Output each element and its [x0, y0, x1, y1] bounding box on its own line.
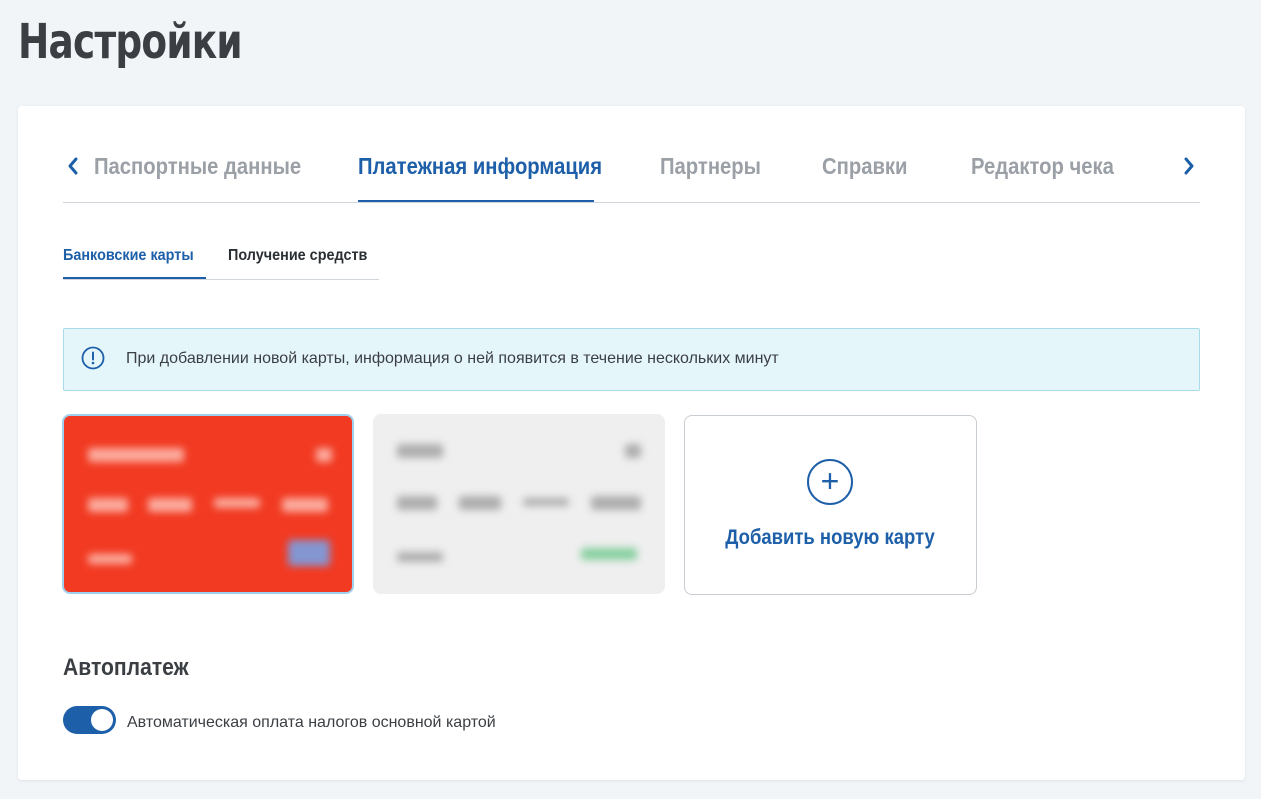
page-title: Настройки — [18, 14, 243, 70]
autopay-toggle[interactable] — [63, 706, 116, 734]
tab-receipt-editor[interactable]: Редактор чека — [971, 150, 1133, 202]
plus-circle-icon: + — [807, 459, 853, 505]
main-tabs: Паспортные данные Платежная информация П… — [63, 146, 1200, 203]
chevron-left-icon[interactable] — [63, 154, 83, 178]
bank-card-selected[interactable] — [62, 414, 354, 594]
toggle-knob — [91, 709, 113, 731]
subtab-receiving-funds[interactable]: Получение средств — [228, 247, 383, 279]
autopay-toggle-label: Автоматическая оплата налогов основной к… — [127, 714, 496, 731]
autopay-title: Автоплатеж — [63, 654, 189, 681]
tab-passport[interactable]: Паспортные данные — [94, 150, 329, 202]
settings-panel: Паспортные данные Платежная информация П… — [18, 106, 1245, 780]
info-banner: При добавлении новой карты, информация о… — [63, 328, 1200, 391]
info-icon — [81, 346, 105, 370]
tab-payment-info[interactable]: Платежная информация — [358, 150, 602, 202]
sub-tabs: Банковские карты Получение средств — [63, 247, 379, 280]
bank-card[interactable] — [373, 414, 665, 594]
tab-certificates[interactable]: Справки — [822, 150, 919, 202]
subtab-bank-cards[interactable]: Банковские карты — [63, 247, 206, 279]
info-text: При добавлении новой карты, информация о… — [126, 350, 779, 367]
add-card-label: Добавить новую карту — [725, 526, 936, 549]
add-card-button[interactable]: + Добавить новую карту — [684, 415, 977, 595]
tab-partners[interactable]: Партнеры — [660, 150, 775, 202]
chevron-right-icon[interactable] — [1179, 154, 1199, 178]
